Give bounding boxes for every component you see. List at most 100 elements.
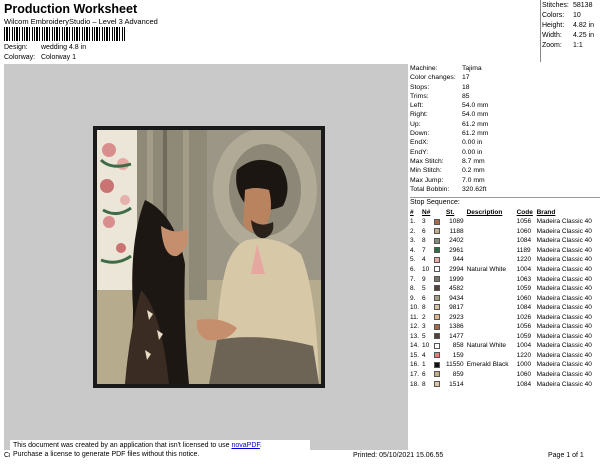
info-label: Min Stitch: xyxy=(410,167,442,175)
row-description xyxy=(467,370,517,380)
row-needle: 8 xyxy=(422,380,426,388)
info-label: Color changes: xyxy=(410,74,456,82)
machine-info-panel: Machine: Tajima Color changes: 17 Stops: 18… xyxy=(410,64,600,194)
row-stitches: 159 xyxy=(452,351,464,359)
row-code: 1060 xyxy=(516,294,532,302)
novapdf-link[interactable]: novaPDF xyxy=(231,442,259,449)
row-swatch xyxy=(434,303,446,313)
row-swatch xyxy=(434,312,446,322)
row-needle: 4 xyxy=(422,351,426,359)
info-row: Down: 61.2 mm xyxy=(410,129,600,138)
info-row: Right: 54.0 mm xyxy=(410,110,600,119)
info-row: Color changes: 17 xyxy=(410,73,600,82)
info-row: Max Stitch: 8.7 mm xyxy=(410,157,600,166)
row-stitches: 944 xyxy=(452,256,464,264)
row-code: 1220 xyxy=(516,351,532,359)
row-stitches: 1386 xyxy=(449,323,464,331)
info-value: 61.2 mm xyxy=(462,130,489,138)
row-stitches: 1089 xyxy=(449,218,464,226)
color-swatch xyxy=(434,275,440,282)
row-needle: 2 xyxy=(422,313,426,321)
info-row: Left: 54.0 mm xyxy=(410,101,600,110)
info-label: EndY: xyxy=(410,148,429,156)
row-index: 16. xyxy=(410,361,420,369)
table-row: 8. 5 4582 1059 Madeira Classic 40 xyxy=(410,284,597,294)
row-swatch xyxy=(434,341,446,351)
info-row: Machine: Tajima xyxy=(410,64,600,73)
row-brand: Madeira Classic 40 xyxy=(536,332,592,340)
row-code: 1060 xyxy=(516,371,532,379)
table-row: 9. 6 9434 1060 Madeira Classic 40 xyxy=(410,293,597,303)
row-needle: 3 xyxy=(422,323,426,331)
row-description xyxy=(467,246,517,256)
notice-text-end: . xyxy=(259,442,262,449)
row-code: 1026 xyxy=(516,313,532,321)
col-header-brand: Brand xyxy=(536,209,556,216)
header-divider xyxy=(540,0,541,62)
design-label: Design: xyxy=(4,44,28,51)
color-swatch xyxy=(434,266,440,273)
color-swatch xyxy=(434,333,440,340)
row-description: Natural White xyxy=(466,266,506,273)
info-row: Max Jump: 7.0 mm xyxy=(410,176,600,185)
info-value: Tajima xyxy=(462,65,482,72)
color-swatch xyxy=(434,314,440,321)
row-code: 1220 xyxy=(516,256,532,264)
info-label: Stops: xyxy=(410,83,430,91)
info-label: Machine: xyxy=(410,65,438,72)
info-value: 8.7 mm xyxy=(462,157,485,165)
row-index: 1. xyxy=(410,218,416,226)
info-label: Trims: xyxy=(410,92,429,100)
row-brand: Madeira Classic 40 xyxy=(536,304,592,312)
row-index: 7. xyxy=(410,275,416,283)
table-row: 13. 5 1477 1059 Madeira Classic 40 xyxy=(410,332,597,342)
stop-sequence-body: 1. 3 1089 1056 Madeira Classic 40 2. 6 1188 1060… xyxy=(410,217,597,389)
row-description xyxy=(467,274,517,284)
row-brand: Madeira Classic 40 xyxy=(536,246,592,254)
row-index: 3. xyxy=(410,237,416,245)
notice-line-1: This document was created by an applicat… xyxy=(13,441,307,450)
row-index: 12. xyxy=(410,323,420,331)
table-row: 1. 3 1089 1056 Madeira Classic 40 xyxy=(410,217,597,227)
row-needle: 3 xyxy=(422,218,426,226)
stat-row: Stitches: 58138 xyxy=(542,1,600,11)
stat-row: Zoom: 1:1 xyxy=(542,41,600,51)
row-stitches: 2402 xyxy=(449,237,464,245)
row-code: 1059 xyxy=(516,332,532,340)
row-code: 1004 xyxy=(516,342,532,350)
color-swatch xyxy=(434,342,440,349)
info-value: 0.00 in xyxy=(462,139,483,147)
row-code: 1084 xyxy=(516,380,532,388)
info-label: Down: xyxy=(410,130,430,138)
table-header-row: # N# St. Description Code Brand xyxy=(410,208,597,217)
row-brand: Madeira Classic 40 xyxy=(536,342,592,350)
info-row: Trims: 85 xyxy=(410,92,600,101)
table-row: 17. 6 859 1060 Madeira Classic 40 xyxy=(410,370,597,380)
table-row: 7. 9 1999 1063 Madeira Classic 40 xyxy=(410,274,597,284)
colorway-row: Colorway: Colorway 1 xyxy=(4,54,76,61)
table-row: 14. 10 858 Natural White 1004 Madeira Classic… xyxy=(410,341,597,351)
table-row: 11. 2 2923 1026 Madeira Classic 40 xyxy=(410,312,597,322)
design-value: wedding 4.8 in xyxy=(40,44,87,51)
row-brand: Madeira Classic 40 xyxy=(536,266,592,273)
row-stitches: 4582 xyxy=(449,285,464,293)
row-code: 1189 xyxy=(516,246,531,254)
row-swatch xyxy=(434,351,446,361)
info-row: Min Stitch: 0.2 mm xyxy=(410,166,600,175)
row-stitches: 859 xyxy=(452,371,464,379)
row-code: 1084 xyxy=(516,237,532,245)
info-value: 18 xyxy=(462,83,470,91)
stop-sequence-panel: Stop Sequence: # N# St. Description Code… xyxy=(410,198,600,389)
stop-sequence-table: # N# St. Description Code Brand 1. 3 1089 1… xyxy=(410,208,597,389)
stop-sequence-title: Stop Sequence: xyxy=(410,199,460,206)
row-index: 2. xyxy=(410,227,416,235)
row-brand: Madeira Classic 40 xyxy=(536,294,592,302)
row-swatch xyxy=(434,274,446,284)
info-value: 0.00 in xyxy=(462,148,483,156)
color-swatch xyxy=(434,352,440,359)
row-swatch xyxy=(434,322,446,332)
row-description xyxy=(467,312,517,322)
row-swatch xyxy=(434,370,446,380)
color-swatch xyxy=(434,228,440,235)
table-row: 4. 7 2961 1189 Madeira Classic 40 xyxy=(410,246,597,256)
